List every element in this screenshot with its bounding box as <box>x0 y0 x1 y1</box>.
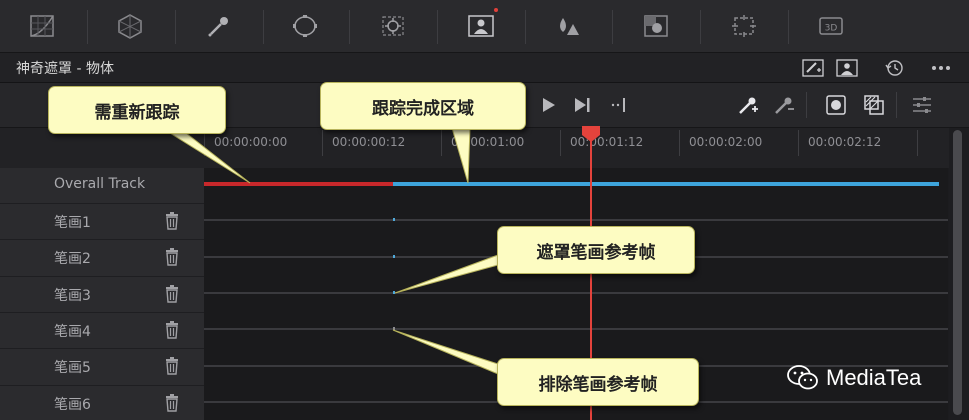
trash-icon[interactable] <box>164 212 180 230</box>
stroke-label: 笔画2 <box>54 251 91 267</box>
tracked-segment[interactable] <box>393 182 939 186</box>
stroke-label: 笔画4 <box>54 324 91 340</box>
ruler-timecode: 00:00:02:00 <box>689 135 763 149</box>
ruler-timecode: 00:00:00:00 <box>214 135 288 149</box>
stroke-track[interactable] <box>204 292 948 294</box>
step-forward-icon[interactable] <box>568 91 596 119</box>
node-tools-toolbar: 3D <box>0 0 969 53</box>
reference-frame-marker[interactable] <box>393 255 395 258</box>
blur-icon[interactable] <box>538 6 598 46</box>
wechat-icon <box>787 365 818 390</box>
mask-overlay-icon[interactable] <box>822 91 850 119</box>
playhead-handle[interactable] <box>582 126 600 142</box>
stroke-label: 笔画6 <box>54 397 91 413</box>
trash-icon[interactable] <box>164 248 180 266</box>
ruler-timecode: 00:00:01:00 <box>451 135 525 149</box>
magic-mask-mode-icon[interactable] <box>798 57 828 79</box>
reset-icon[interactable] <box>880 57 910 79</box>
mask-display-icon[interactable] <box>860 91 888 119</box>
go-to-end-icon[interactable] <box>604 91 632 119</box>
callout-mask-stroke-ref: 遮罩笔画参考帧 <box>497 226 695 274</box>
subtract-stroke-icon[interactable] <box>770 91 798 119</box>
callout-track-done: 跟踪完成区域 <box>320 82 526 130</box>
3d-icon-label: 3D <box>825 24 838 34</box>
more-options-icon[interactable] <box>926 57 956 79</box>
reference-frame-marker[interactable] <box>393 291 395 294</box>
stroke-track[interactable] <box>204 219 948 221</box>
trash-icon[interactable] <box>164 285 180 303</box>
stroke-label: 笔画5 <box>54 360 91 376</box>
ruler-timecode: 00:00:00:12 <box>332 135 406 149</box>
reference-frame-marker[interactable] <box>393 327 395 330</box>
person-mask-mode-icon[interactable] <box>832 57 862 79</box>
magic-mask-icon[interactable] <box>451 6 511 46</box>
callout-exclude-stroke-ref: 排除笔画参考帧 <box>497 358 699 406</box>
retrack-needed-segment[interactable] <box>204 182 394 186</box>
trash-icon[interactable] <box>164 321 180 339</box>
key-icon[interactable] <box>626 6 686 46</box>
watermark-text: MediaTea <box>826 365 922 390</box>
curves-icon[interactable] <box>12 6 72 46</box>
ruler-timecode: 00:00:01:12 <box>570 135 644 149</box>
add-stroke-icon[interactable] <box>734 91 762 119</box>
callout-retrack: 需重新跟踪 <box>48 86 226 134</box>
track-forward-icon[interactable] <box>534 91 562 119</box>
power-window-icon[interactable] <box>275 6 335 46</box>
overall-track-label: Overall Track <box>54 176 146 192</box>
trash-icon[interactable] <box>164 394 180 412</box>
stroke-track[interactable] <box>204 328 948 330</box>
reference-frame-marker[interactable] <box>393 218 395 221</box>
sizing-icon[interactable] <box>714 6 774 46</box>
trash-icon[interactable] <box>164 357 180 375</box>
settings-sliders-icon[interactable] <box>908 91 936 119</box>
qualifier-eyedropper-icon[interactable] <box>188 6 248 46</box>
scrollbar-thumb[interactable] <box>953 130 962 415</box>
3d-icon[interactable]: 3D <box>801 6 861 46</box>
track-label-column <box>0 128 204 420</box>
watermark: MediaTea <box>786 364 921 392</box>
tracker-icon[interactable] <box>363 6 423 46</box>
stroke-label: 笔画3 <box>54 288 91 304</box>
color-warper-icon[interactable] <box>100 6 160 46</box>
stroke-label: 笔画1 <box>54 215 91 231</box>
ruler-timecode: 00:00:02:12 <box>808 135 882 149</box>
panel-title: 神奇遮罩 - 物体 <box>16 61 114 77</box>
